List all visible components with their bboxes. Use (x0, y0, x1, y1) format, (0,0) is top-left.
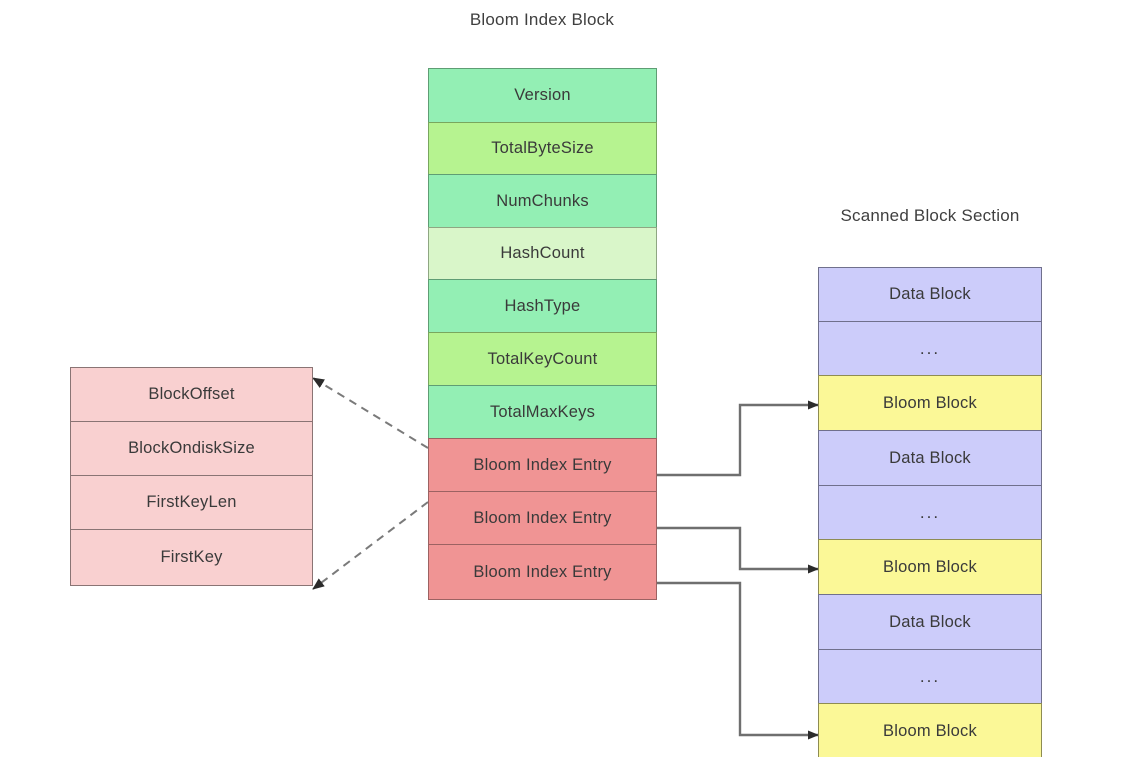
bloom-index-block-stack: Version TotalByteSize NumChunks HashCoun… (428, 68, 657, 600)
bloom-index-block-title: Bloom Index Block (469, 10, 615, 29)
diagram-canvas: Bloom Index Block Scanned Block Section … (0, 0, 1135, 757)
detail-leader-bottom (312, 501, 429, 590)
detail-row-first-key-len: FirstKeyLen (70, 475, 313, 530)
entry-2-to-bloom-block-2 (657, 526, 819, 574)
scanned-block-section-title: Scanned Block Section (840, 206, 1020, 225)
block-row-total-max-keys: TotalMaxKeys (428, 385, 657, 439)
entry-1-to-bloom-block-1 (657, 400, 819, 477)
scanned-row-ellipsis-3: ... (818, 649, 1042, 704)
detail-leader-top (312, 377, 429, 449)
block-row-num-chunks: NumChunks (428, 174, 657, 228)
block-row-hash-count: HashCount (428, 227, 657, 280)
entry-3-to-bloom-block-3 (657, 581, 819, 740)
detail-row-block-ondisk-size: BlockOndiskSize (70, 421, 313, 476)
block-row-bloom-index-entry-1: Bloom Index Entry (428, 438, 657, 492)
scanned-row-bloom-block-1: Bloom Block (818, 375, 1042, 431)
scanned-row-ellipsis-2: ... (818, 485, 1042, 540)
scanned-row-data-block-3: Data Block (818, 594, 1042, 650)
block-row-total-key-count: TotalKeyCount (428, 332, 657, 386)
scanned-row-bloom-block-2: Bloom Block (818, 539, 1042, 595)
scanned-row-data-block-1: Data Block (818, 267, 1042, 322)
block-row-hash-type: HashType (428, 279, 657, 333)
block-row-version: Version (428, 68, 657, 123)
scanned-row-data-block-2: Data Block (818, 430, 1042, 486)
scanned-block-section-stack: Data Block ... Bloom Block Data Block ..… (818, 267, 1042, 757)
block-row-total-byte-size: TotalByteSize (428, 122, 657, 175)
block-row-bloom-index-entry-3: Bloom Index Entry (428, 544, 657, 600)
detail-row-block-offset: BlockOffset (70, 367, 313, 422)
scanned-row-bloom-block-3: Bloom Block (818, 703, 1042, 757)
detail-row-first-key: FirstKey (70, 529, 313, 586)
block-row-bloom-index-entry-2: Bloom Index Entry (428, 491, 657, 545)
bloom-index-entry-detail-stack: BlockOffset BlockOndiskSize FirstKeyLen … (70, 367, 313, 586)
scanned-row-ellipsis-1: ... (818, 321, 1042, 376)
